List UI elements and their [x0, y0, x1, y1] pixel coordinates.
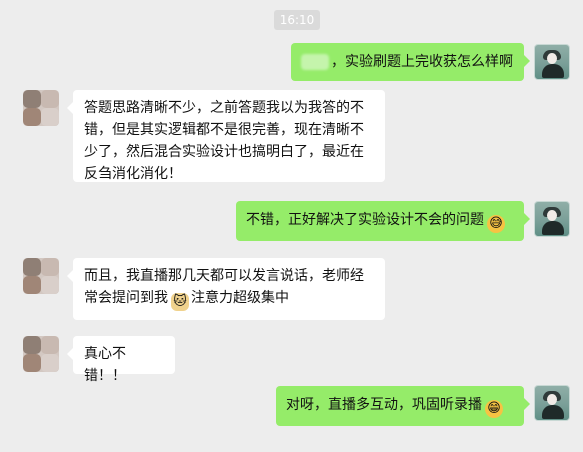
avatar-pixel-block [23, 336, 41, 354]
timestamp-pill: 16:10 [274, 10, 320, 30]
avatar-pixel-block [41, 258, 59, 276]
message-prefix: ， [331, 54, 345, 70]
avatar-pixel-block [41, 276, 59, 294]
avatar-pixel-block [23, 90, 41, 108]
avatar-face [547, 394, 557, 405]
avatar-pixel-block [41, 336, 59, 354]
avatar-body [542, 221, 564, 235]
contact-avatar[interactable] [23, 336, 59, 372]
contact-avatar[interactable] [23, 258, 59, 294]
avatar-pixel-block [23, 354, 41, 372]
message-bubble-left[interactable]: 而且，我直播那几天都可以发言说话，老师经常会提问到我 🐱 注意力超级集中 [67, 258, 385, 320]
message-text: 答题思路清晰不少，之前答题我以为我答的不错，但是其实逻辑都不是很完善，现在清晰不… [84, 100, 364, 182]
avatar-pixel-block [41, 108, 59, 126]
message-text: 真心不错！！ [84, 346, 126, 384]
contact-avatar[interactable] [23, 90, 59, 126]
blurred-name-redaction [301, 54, 329, 70]
avatar-pixel-block [41, 90, 59, 108]
message-bubble-left[interactable]: 答题思路清晰不少，之前答题我以为我答的不错，但是其实逻辑都不是很完善，现在清晰不… [67, 90, 385, 182]
message-bubble-left[interactable]: 真心不错！！ [67, 336, 175, 384]
message-bubble-right[interactable]: 不错，正好解决了实验设计不会的问题 😅 [236, 201, 530, 241]
avatar-pixel-block [23, 108, 41, 126]
sweat-smile-emoji: 😅 [487, 215, 505, 233]
message-bubble-right[interactable]: ，实验刷题上完收获怎么样啊 [291, 43, 530, 81]
cat-emoji: 🐱 [171, 293, 189, 311]
self-avatar[interactable] [534, 201, 570, 237]
self-avatar[interactable] [534, 44, 570, 80]
message-text: 对呀，直播多互动，巩固听录播 [286, 397, 482, 413]
avatar-body [542, 405, 564, 419]
message-bubble-right[interactable]: 对呀，直播多互动，巩固听录播 😁 [276, 386, 530, 426]
avatar-pixel-block [23, 258, 41, 276]
grinning-emoji: 😁 [485, 400, 503, 418]
avatar-face [547, 53, 557, 64]
message-text: 实验刷题上完收获怎么样啊 [345, 54, 513, 70]
avatar-pixel-block [23, 276, 41, 294]
timestamp-text: 16:10 [279, 13, 315, 27]
avatar-body [542, 64, 564, 78]
avatar-pixel-block [41, 354, 59, 372]
avatar-face [547, 210, 557, 221]
self-avatar[interactable] [534, 385, 570, 421]
message-text-continued: 注意力超级集中 [191, 290, 289, 306]
message-text: 不错，正好解决了实验设计不会的问题 [246, 212, 484, 228]
